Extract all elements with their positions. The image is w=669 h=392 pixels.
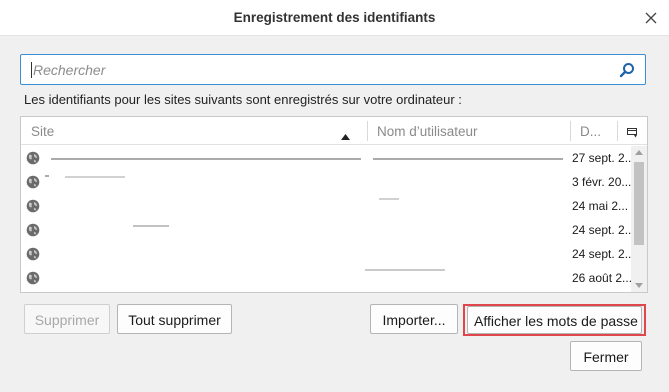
redacted-site <box>65 176 125 178</box>
table-row[interactable]: 3 févr. 20... <box>21 171 631 195</box>
redacted-username <box>373 158 563 160</box>
text-cursor <box>31 62 32 78</box>
table-row[interactable]: 24 mai 2... <box>21 195 631 219</box>
table-row[interactable]: 24 sept. 2... <box>21 219 635 243</box>
globe-icon <box>26 271 40 285</box>
search-input[interactable] <box>31 60 611 80</box>
search-icon[interactable] <box>619 62 635 78</box>
title-bar: Enregistrement des identifiants <box>0 0 669 36</box>
redacted-site <box>51 158 361 160</box>
globe-icon <box>26 175 40 189</box>
table-row[interactable]: 26 août 2... <box>21 267 633 291</box>
redacted-username <box>379 198 399 200</box>
scroll-down-arrow-icon[interactable] <box>635 283 643 288</box>
redacted-username <box>365 269 445 271</box>
info-text: Les identifiants pour les sites suivants… <box>24 92 462 107</box>
row-date: 24 sept. 2... <box>572 223 635 237</box>
scrollbar-thumb[interactable] <box>634 162 644 245</box>
row-date: 24 mai 2... <box>572 199 629 213</box>
dialog-title: Enregistrement des identifiants <box>233 10 436 25</box>
redacted-site <box>45 175 49 177</box>
delete-button[interactable]: Supprimer <box>24 304 110 334</box>
delete-all-button[interactable]: Tout supprimer <box>117 304 232 334</box>
close-button[interactable]: Fermer <box>570 341 642 371</box>
column-separator[interactable] <box>570 121 571 141</box>
globe-icon <box>26 199 40 213</box>
scroll-up-arrow-icon[interactable] <box>635 150 643 155</box>
globe-icon <box>26 247 40 261</box>
vertical-scrollbar[interactable] <box>631 146 647 292</box>
logins-table[interactable]: Site Nom d’utilisateur D... 27 sept. 2..… <box>20 116 648 293</box>
table-header: Site Nom d’utilisateur D... <box>21 117 647 145</box>
search-box[interactable] <box>20 54 646 85</box>
close-icon[interactable] <box>641 8 661 28</box>
column-header-site[interactable]: Site <box>31 124 54 139</box>
row-date: 3 févr. 20... <box>572 175 632 189</box>
redacted-site <box>133 225 169 227</box>
column-header-username[interactable]: Nom d’utilisateur <box>377 124 478 139</box>
highlight-annotation <box>463 304 646 336</box>
column-separator[interactable] <box>367 121 368 141</box>
table-row[interactable]: 27 sept. 2... <box>21 147 635 171</box>
column-header-date[interactable]: D... <box>580 124 601 139</box>
column-separator <box>617 121 618 141</box>
row-date: 27 sept. 2... <box>572 151 635 165</box>
table-row[interactable]: 24 sept. 2... <box>21 243 635 267</box>
import-button[interactable]: Importer... <box>370 304 458 334</box>
sort-ascending-icon <box>341 128 350 140</box>
globe-icon <box>26 151 40 165</box>
column-picker-icon[interactable] <box>627 126 639 138</box>
row-date: 24 sept. 2... <box>572 247 635 261</box>
row-date: 26 août 2... <box>572 271 633 285</box>
globe-icon <box>26 223 40 237</box>
